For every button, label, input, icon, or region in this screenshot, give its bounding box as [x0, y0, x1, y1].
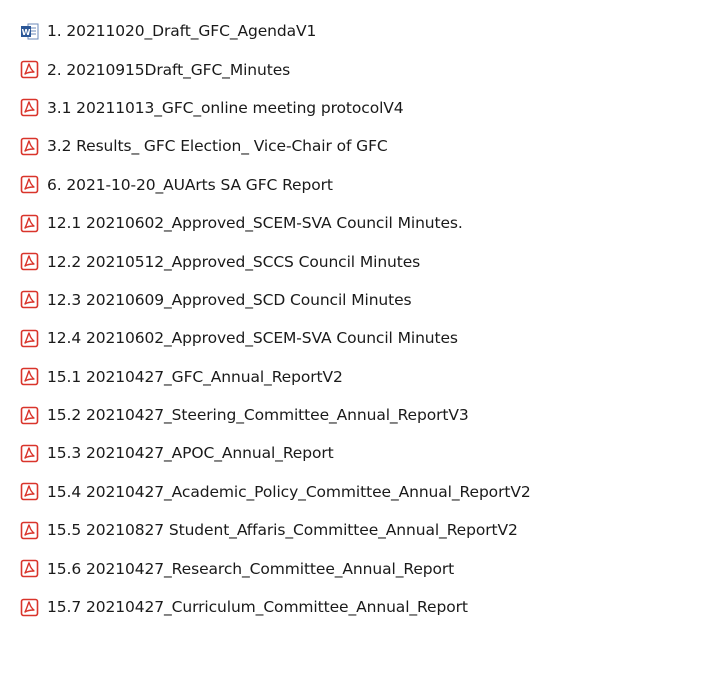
pdf-document-icon — [20, 137, 39, 156]
file-name: 15.6 20210427_Research_Committee_Annual_… — [47, 559, 455, 578]
svg-text:W: W — [22, 28, 31, 37]
file-name: 2. 20210915Draft_GFC_Minutes — [47, 60, 291, 79]
file-item[interactable]: 12.3 20210609_Approved_SCD Council Minut… — [0, 281, 710, 319]
file-list: W 1. 20211020_Draft_GFC_AgendaV1 2. 2021… — [0, 0, 710, 673]
file-name: 3.1 20211013_GFC_online meeting protocol… — [47, 98, 404, 117]
file-item[interactable]: 15.1 20210427_GFC_Annual_ReportV2 — [0, 358, 710, 396]
pdf-document-icon — [20, 175, 39, 194]
file-name: 15.1 20210427_GFC_Annual_ReportV2 — [47, 367, 343, 386]
pdf-document-icon — [20, 98, 39, 117]
file-name: 3.2 Results_ GFC Election_ Vice-Chair of… — [47, 137, 388, 156]
pdf-document-icon — [20, 521, 39, 540]
file-name: 15.4 20210427_Academic_Policy_Committee_… — [47, 482, 531, 501]
pdf-document-icon — [20, 482, 39, 501]
file-item[interactable]: 6. 2021-10-20_AUArts SA GFC Report — [0, 166, 710, 204]
file-item[interactable]: W 1. 20211020_Draft_GFC_AgendaV1 — [0, 12, 710, 50]
file-item[interactable]: 15.7 20210427_Curriculum_Committee_Annua… — [0, 588, 710, 626]
file-item[interactable]: 15.3 20210427_APOC_Annual_Report — [0, 434, 710, 472]
pdf-document-icon — [20, 559, 39, 578]
file-name: 15.3 20210427_APOC_Annual_Report — [47, 444, 334, 463]
pdf-document-icon — [20, 290, 39, 309]
pdf-document-icon — [20, 60, 39, 79]
file-name: 12.1 20210602_Approved_SCEM-SVA Council … — [47, 214, 463, 233]
file-name: 15.2 20210427_Steering_Committee_Annual_… — [47, 406, 469, 425]
file-item[interactable]: 15.2 20210427_Steering_Committee_Annual_… — [0, 396, 710, 434]
word-document-icon: W — [20, 22, 39, 41]
pdf-document-icon — [20, 214, 39, 233]
file-name: 1. 20211020_Draft_GFC_AgendaV1 — [47, 22, 317, 41]
file-item[interactable]: 3.2 Results_ GFC Election_ Vice-Chair of… — [0, 127, 710, 165]
file-name: 15.7 20210427_Curriculum_Committee_Annua… — [47, 598, 468, 617]
file-item[interactable]: 12.1 20210602_Approved_SCEM-SVA Council … — [0, 204, 710, 242]
file-item[interactable]: 15.6 20210427_Research_Committee_Annual_… — [0, 549, 710, 587]
pdf-document-icon — [20, 598, 39, 617]
file-item[interactable]: 2. 20210915Draft_GFC_Minutes — [0, 50, 710, 88]
file-item[interactable]: 3.1 20211013_GFC_online meeting protocol… — [0, 89, 710, 127]
file-name: 15.5 20210827 Student_Affaris_Committee_… — [47, 521, 518, 540]
file-name: 12.4 20210602_Approved_SCEM-SVA Council … — [47, 329, 458, 348]
file-name: 12.2 20210512_Approved_SCCS Council Minu… — [47, 252, 421, 271]
file-name: 12.3 20210609_Approved_SCD Council Minut… — [47, 290, 412, 309]
pdf-document-icon — [20, 444, 39, 463]
pdf-document-icon — [20, 367, 39, 386]
file-item[interactable]: 15.4 20210427_Academic_Policy_Committee_… — [0, 473, 710, 511]
file-item[interactable]: 12.4 20210602_Approved_SCEM-SVA Council … — [0, 319, 710, 357]
pdf-document-icon — [20, 252, 39, 271]
pdf-document-icon — [20, 329, 39, 348]
pdf-document-icon — [20, 406, 39, 425]
file-item[interactable]: 12.2 20210512_Approved_SCCS Council Minu… — [0, 242, 710, 280]
file-item[interactable]: 15.5 20210827 Student_Affaris_Committee_… — [0, 511, 710, 549]
file-name: 6. 2021-10-20_AUArts SA GFC Report — [47, 175, 333, 194]
